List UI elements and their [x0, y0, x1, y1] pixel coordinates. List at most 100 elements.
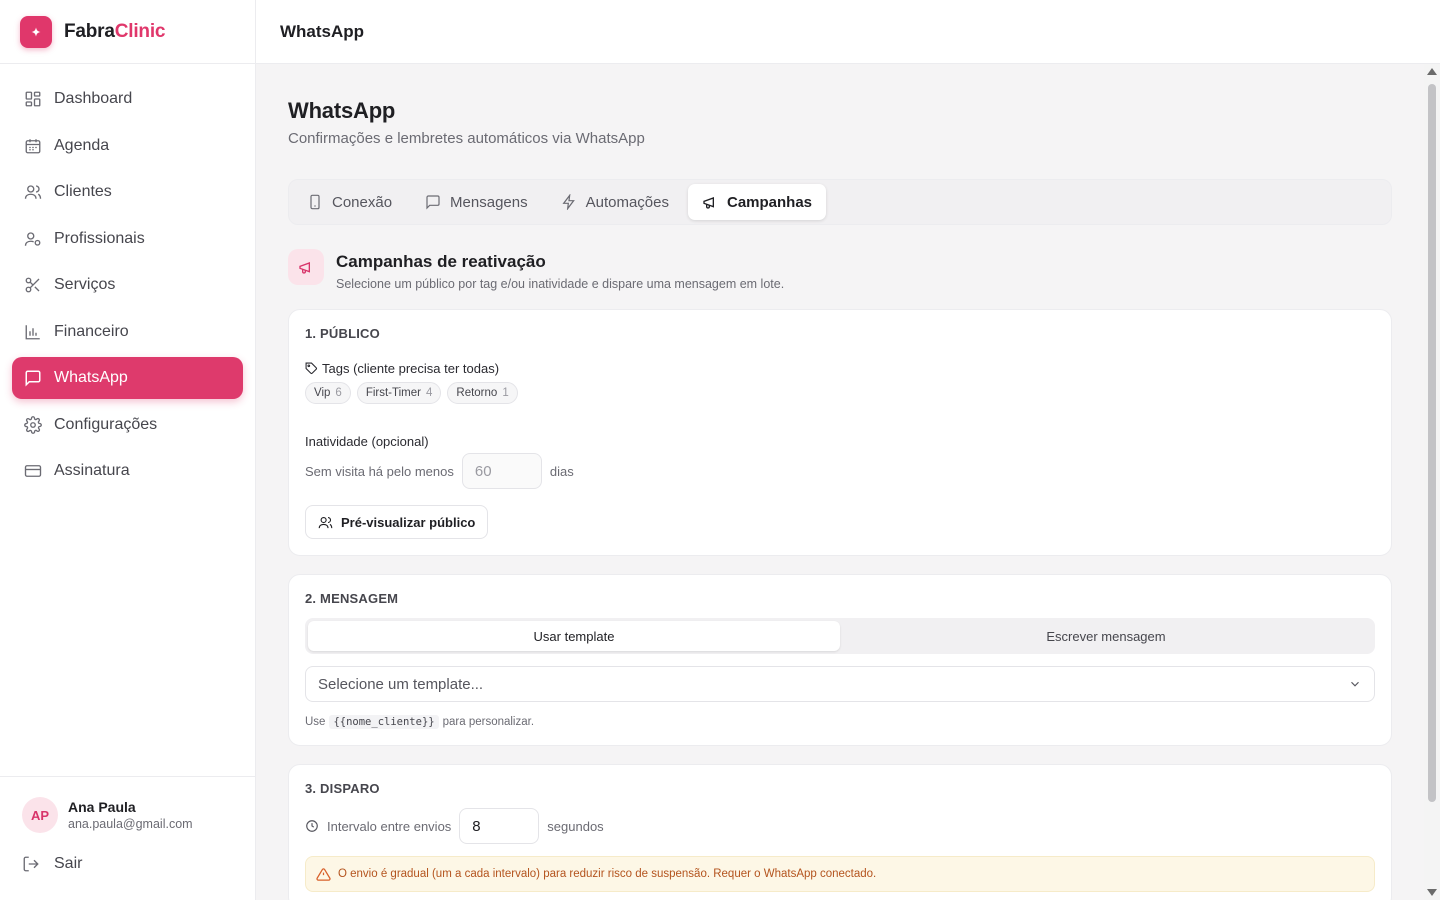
tab-conexao[interactable]: Conexão — [293, 184, 406, 220]
calendar-icon — [24, 137, 42, 155]
user-name: Ana Paula — [68, 799, 136, 815]
users-icon — [24, 183, 42, 201]
dashboard-icon — [24, 90, 42, 108]
main-content: WhatsApp Confirmações e lembretes automá… — [256, 64, 1424, 900]
hint-code: {{nome_cliente}} — [329, 715, 439, 729]
tab-automacoes[interactable]: Automações — [547, 184, 683, 220]
tag-count: 4 — [425, 387, 433, 399]
sidebar-item-label: Clientes — [54, 183, 112, 200]
tabs: Conexão Mensagens Automações Campanhas — [288, 179, 1392, 225]
scrollbar[interactable] — [1424, 64, 1440, 900]
tab-label: Automações — [585, 193, 669, 211]
page-subtitle: Confirmações e lembretes automáticos via… — [288, 130, 645, 147]
gear-icon — [24, 415, 42, 434]
bar-chart-icon — [24, 323, 42, 341]
inactivity-unit: dias — [549, 463, 574, 479]
user-info: Ana Paula ana.paula@gmail.com — [68, 799, 193, 831]
inactivity-label: Inatividade (opcional) — [305, 434, 429, 449]
mensagem-card: 2. MENSAGEM Usar template Escrever mensa… — [288, 574, 1392, 746]
interval-seconds-input[interactable]: 8 — [459, 808, 540, 844]
send-warning-text: O envio é gradual (um a cada intervalo) … — [338, 868, 877, 880]
sidebar-footer: AP Ana Paula ana.paula@gmail.com Sair — [0, 776, 255, 900]
credit-card-icon — [24, 462, 42, 480]
sidebar-item-whatsapp[interactable]: WhatsApp — [12, 357, 243, 399]
phone-icon — [307, 194, 323, 210]
sidebar-item-dashboard[interactable]: Dashboard — [12, 78, 243, 120]
sidebar-item-clientes[interactable]: Clientes — [12, 171, 243, 213]
lightning-icon — [561, 194, 577, 210]
logout-button[interactable]: Sair — [22, 855, 233, 873]
sidebar-item-profissionais[interactable]: Profissionais — [12, 218, 243, 260]
template-select[interactable]: Selecione um template... — [305, 666, 1375, 702]
sidebar-item-label: Financeiro — [54, 322, 129, 340]
tag-chip-vip[interactable]: Vip 6 — [305, 382, 351, 404]
user-email: ana.paula@gmail.com — [68, 817, 193, 831]
interval-label: Intervalo entre envios — [327, 818, 452, 834]
template-select-value: Selecione um template... — [318, 675, 484, 693]
scroll-thumb[interactable] — [1428, 84, 1436, 802]
message-mode-toggle: Usar template Escrever mensagem — [305, 618, 1375, 654]
tag-name: Vip — [314, 387, 331, 399]
logout-label: Sair — [54, 855, 83, 872]
tab-mensagens[interactable]: Mensagens — [411, 184, 542, 220]
sidebar-item-label: Configurações — [54, 415, 158, 433]
tag-count: 1 — [502, 387, 509, 399]
sidebar-item-financeiro[interactable]: Financeiro — [12, 311, 243, 353]
disparo-card: 3. DISPARO Intervalo entre envios 8 segu… — [288, 764, 1392, 900]
sidebar-item-label: Assinatura — [54, 462, 130, 479]
tag-icon — [305, 362, 318, 375]
tab-label: Conexão — [332, 193, 393, 211]
sidebar-item-label: WhatsApp — [54, 369, 128, 386]
tag-name: First-Timer — [365, 387, 421, 399]
preview-audience-label: Pré-visualizar público — [341, 514, 476, 530]
scissors-icon — [24, 276, 42, 294]
tag-chip-retorno[interactable]: Retorno 1 — [447, 382, 518, 404]
tab-campanhas[interactable]: Campanhas — [688, 184, 827, 220]
tags-label-text: Tags (cliente precisa ter todas) — [322, 361, 500, 376]
use-template-option[interactable]: Usar template — [308, 621, 840, 651]
avatar: AP — [22, 797, 58, 833]
sidebar-item-agenda[interactable]: Agenda — [12, 125, 243, 167]
brand-name-part2: Clinic — [114, 20, 166, 42]
tag-count: 6 — [335, 387, 342, 399]
write-message-option[interactable]: Escrever mensagem — [840, 621, 1372, 651]
inactivity-row: Sem visita há pelo menos 60 dias — [305, 453, 1375, 489]
sidebar-item-assinatura[interactable]: Assinatura — [12, 450, 243, 492]
tag-list: Vip 6 First-Timer 4 Retorno 1 — [305, 382, 1375, 404]
users-icon — [318, 515, 333, 530]
interval-unit: segundos — [547, 818, 604, 834]
campaign-title: Campanhas de reativação — [336, 252, 546, 271]
sidebar-item-configuracoes[interactable]: Configurações — [12, 404, 243, 446]
interval-row: Intervalo entre envios 8 segundos — [305, 808, 1375, 844]
campaign-subtitle: Selecione um público por tag e/ou inativ… — [336, 277, 785, 291]
logout-icon — [22, 855, 40, 873]
campaign-header: Campanhas de reativação Selecione um púb… — [288, 249, 1392, 291]
sidebar: FabraClinic Dashboard Agenda Clientes Pr… — [0, 0, 256, 900]
message-icon — [425, 194, 441, 210]
scroll-down-arrow-icon[interactable] — [1427, 889, 1437, 896]
sidebar-nav: Dashboard Agenda Clientes Profissionais … — [0, 64, 255, 492]
topbar-title: WhatsApp — [280, 21, 365, 41]
brand[interactable]: FabraClinic — [0, 0, 255, 64]
tag-chip-first-timer[interactable]: First-Timer 4 — [356, 382, 442, 404]
sidebar-item-label: Agenda — [54, 136, 110, 154]
publico-label: 1. PÚBLICO — [305, 326, 380, 341]
message-icon — [24, 369, 42, 387]
brand-logo-icon — [20, 15, 52, 48]
sidebar-item-servicos[interactable]: Serviços — [12, 264, 243, 306]
inactivity-days-input[interactable]: 60 — [461, 453, 542, 489]
tab-label: Mensagens — [450, 193, 528, 211]
sidebar-item-label: Serviços — [54, 276, 116, 293]
sidebar-item-label: Dashboard — [54, 90, 133, 107]
megaphone-icon — [702, 194, 718, 210]
preview-audience-button[interactable]: Pré-visualizar público — [305, 505, 489, 539]
brand-name-part1: Fabra — [64, 20, 115, 42]
user-profile[interactable]: AP Ana Paula ana.paula@gmail.com — [22, 797, 233, 833]
tags-label: Tags (cliente precisa ter todas) — [305, 361, 1375, 376]
inactivity-prefix: Sem visita há pelo menos — [305, 463, 454, 479]
warning-icon — [316, 867, 331, 882]
mensagem-label: 2. MENSAGEM — [305, 591, 399, 606]
topbar: WhatsApp — [256, 0, 1440, 64]
disparo-label: 3. DISPARO — [305, 781, 380, 796]
scroll-up-arrow-icon[interactable] — [1427, 68, 1437, 75]
